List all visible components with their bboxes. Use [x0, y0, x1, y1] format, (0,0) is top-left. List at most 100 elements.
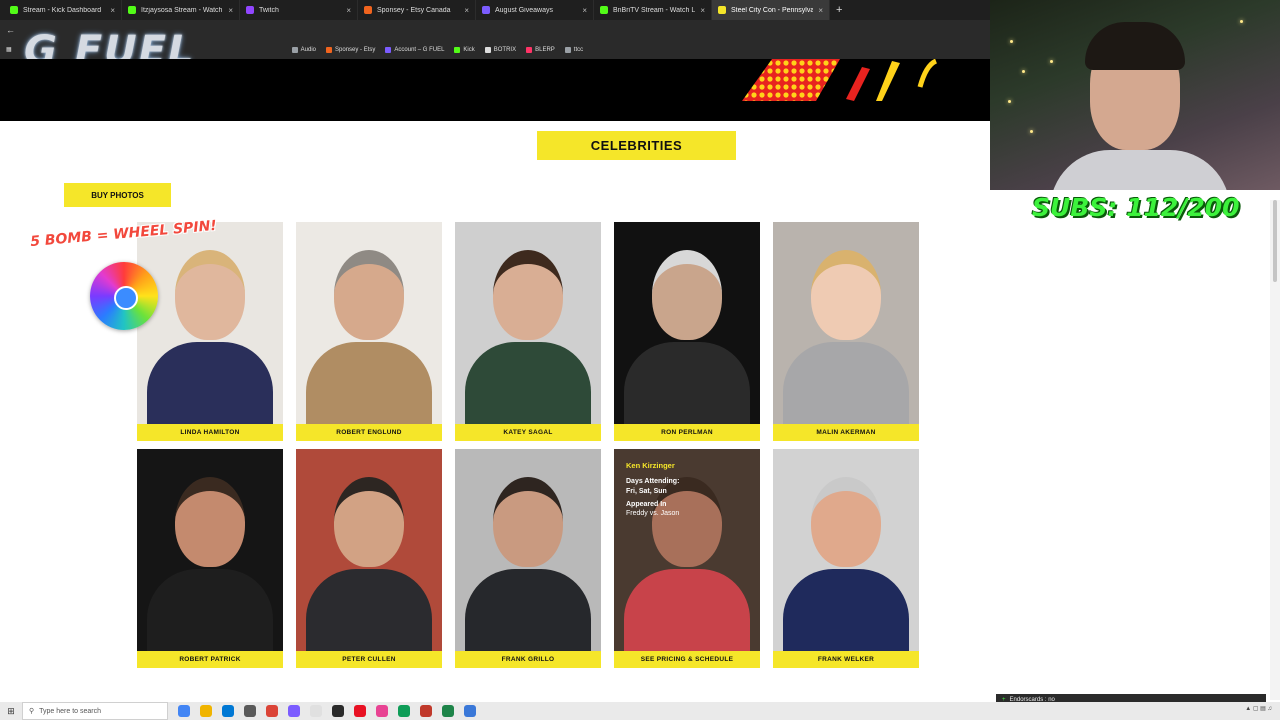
- taskbar-app-icon[interactable]: [398, 705, 410, 717]
- tab-close-icon[interactable]: ×: [582, 6, 587, 15]
- page-scrollbar[interactable]: [1270, 200, 1280, 700]
- browser-tab-active[interactable]: Steel City Con - Pennsylvania's ×: [712, 0, 830, 20]
- bookmark-label: BLERP: [535, 46, 555, 53]
- taskbar-app-icon[interactable]: [178, 705, 190, 717]
- streamer-hair: [1085, 22, 1185, 70]
- bookmark-label: Sponsey - Etsy: [335, 46, 376, 53]
- celebrity-card[interactable]: MALIN AKERMAN: [773, 222, 919, 441]
- celebrity-card[interactable]: FRANK WELKER: [773, 449, 919, 668]
- tab-close-icon[interactable]: ×: [110, 6, 115, 15]
- taskbar-app-icon[interactable]: [420, 705, 432, 717]
- tab-close-icon[interactable]: ×: [228, 6, 233, 15]
- windows-start-icon[interactable]: ⊞: [0, 706, 22, 717]
- string-light: [1022, 70, 1025, 73]
- celebrity-card[interactable]: ROBERT PATRICK: [137, 449, 283, 668]
- browser-tab[interactable]: Itzjaysosa Stream - Watch Live ×: [122, 0, 240, 20]
- taskbar-app-icon[interactable]: [332, 705, 344, 717]
- celebrity-card[interactable]: KATEY SAGAL: [455, 222, 601, 441]
- tab-title: Twitch: [259, 6, 279, 14]
- taskbar-app-icon[interactable]: [376, 705, 388, 717]
- celebrity-name: FRANK GRILLO: [455, 651, 601, 668]
- browser-tab[interactable]: Stream - Kick Dashboard ×: [4, 0, 122, 20]
- system-tray[interactable]: ▲ ▢ ▤ ♫: [1245, 705, 1272, 712]
- bookmark-item[interactable]: Sponsey - Etsy: [326, 46, 376, 53]
- tab-close-icon[interactable]: ×: [700, 6, 705, 15]
- taskbar-app-icon[interactable]: [266, 705, 278, 717]
- photo-head-shape: [811, 250, 881, 340]
- color-wheel-icon: [90, 262, 158, 330]
- photo-body-shape: [783, 569, 909, 651]
- hover-celebrity-name: Ken Kirzinger: [626, 461, 675, 470]
- string-light: [1010, 40, 1013, 43]
- buy-photos-button[interactable]: BUY PHOTOS: [64, 183, 171, 207]
- taskbar-app-icon[interactable]: [442, 705, 454, 717]
- celebrity-card[interactable]: PETER CULLEN: [296, 449, 442, 668]
- taskbar-app-icon[interactable]: [310, 705, 322, 717]
- tab-favicon-icon: [10, 6, 18, 14]
- apps-grid-icon[interactable]: ▦: [6, 46, 12, 53]
- celebrity-photo: [614, 222, 760, 424]
- bookmark-item[interactable]: BOTRIX: [484, 46, 516, 53]
- tab-favicon-icon: [364, 6, 372, 14]
- photo-body-shape: [147, 342, 273, 424]
- string-light: [1008, 100, 1011, 103]
- taskbar-app-icon[interactable]: [288, 705, 300, 717]
- tab-title: BnBriTV Stream - Watch Live o: [613, 6, 696, 14]
- photo-head-shape: [493, 250, 563, 340]
- tab-close-icon[interactable]: ×: [346, 6, 351, 15]
- photo-body-shape: [147, 569, 273, 651]
- tab-favicon-icon: [128, 6, 136, 14]
- new-tab-button[interactable]: +: [836, 4, 842, 16]
- bookmark-favicon-icon: [454, 46, 461, 53]
- bookmark-item[interactable]: Account – G FUEL: [385, 46, 445, 53]
- bookmark-item[interactable]: Kick: [454, 46, 475, 53]
- back-arrow-icon[interactable]: ←: [6, 25, 15, 35]
- taskbar-app-icon[interactable]: [354, 705, 366, 717]
- celebrity-card[interactable]: ROBERT ENGLUND: [296, 222, 442, 441]
- search-placeholder: Type here to search: [39, 707, 102, 715]
- site-header-banner: [0, 59, 990, 121]
- tab-close-icon[interactable]: ×: [464, 6, 469, 15]
- taskbar-app-icon[interactable]: [464, 705, 476, 717]
- taskbar-search-box[interactable]: ⚲ Type here to search: [22, 702, 168, 720]
- section-title: CELEBRITIES: [537, 131, 736, 160]
- celebrity-card[interactable]: FRANK GRILLO: [455, 449, 601, 668]
- taskbar-app-icon[interactable]: [200, 705, 212, 717]
- tab-title: Steel City Con - Pennsylvania's: [731, 6, 814, 14]
- bookmark-item[interactable]: Audio: [291, 46, 316, 53]
- bookmark-item[interactable]: ttcc: [564, 46, 583, 53]
- photo-head-shape: [652, 250, 722, 340]
- celebrity-card-hovered[interactable]: Ken Kirzinger Days Attending: Fri, Sat, …: [614, 449, 760, 668]
- string-light: [1030, 130, 1033, 133]
- tab-favicon-icon: [600, 6, 608, 14]
- bookmark-item[interactable]: BLERP: [526, 46, 555, 53]
- bookmark-favicon-icon: [326, 46, 333, 53]
- browser-tab[interactable]: Sponsey - Etsy Canada ×: [358, 0, 476, 20]
- subs-goal-counter: SUBS: 112/200: [1032, 193, 1240, 222]
- screen: Stream - Kick Dashboard × Itzjaysosa Stre…: [0, 0, 1280, 720]
- celebrity-name: ROBERT PATRICK: [137, 651, 283, 668]
- tab-close-icon[interactable]: ×: [818, 6, 823, 15]
- browser-tab[interactable]: BnBriTV Stream - Watch Live o ×: [594, 0, 712, 20]
- tab-title: Itzjaysosa Stream - Watch Live: [141, 6, 223, 14]
- days-label: Days Attending:: [626, 478, 680, 486]
- celebrity-card[interactable]: LINDA HAMILTON: [137, 222, 283, 441]
- celebrity-photo: [773, 222, 919, 424]
- photo-body-shape: [465, 569, 591, 651]
- celebrity-name: ROBERT ENGLUND: [296, 424, 442, 441]
- tab-title: Stream - Kick Dashboard: [23, 6, 102, 14]
- taskbar-app-icon[interactable]: [222, 705, 234, 717]
- see-pricing-link[interactable]: SEE PRICING & SCHEDULE: [614, 651, 760, 668]
- streamer-shirt: [1050, 150, 1230, 190]
- taskbar-app-icon[interactable]: [244, 705, 256, 717]
- bookmark-favicon-icon: [385, 46, 392, 53]
- celebrity-name: FRANK WELKER: [773, 651, 919, 668]
- folder-icon: [564, 46, 571, 53]
- browser-tab[interactable]: Twitch ×: [240, 0, 358, 20]
- browser-tab[interactable]: August Giveaways ×: [476, 0, 594, 20]
- celebrity-card[interactable]: RON PERLMAN: [614, 222, 760, 441]
- webcam-feed: [990, 0, 1280, 190]
- scrollbar-thumb[interactable]: [1273, 200, 1277, 282]
- bookmark-label: Account – G FUEL: [394, 46, 445, 53]
- bookmark-label: Kick: [463, 46, 475, 53]
